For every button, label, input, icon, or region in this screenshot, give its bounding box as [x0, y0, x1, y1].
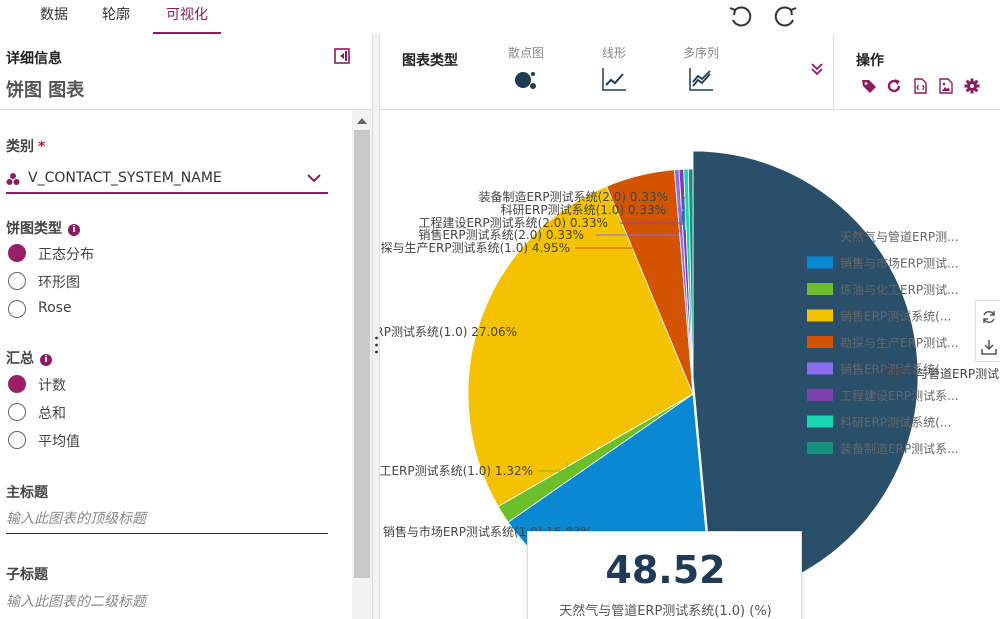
chevron-down-icon[interactable] [306, 172, 322, 184]
drag-handle-icon[interactable] [375, 336, 378, 354]
summary-label-text: 汇总 [6, 351, 34, 367]
radio-label: 环形图 [38, 275, 80, 291]
sync-icon[interactable] [981, 309, 997, 325]
download-icon[interactable] [981, 339, 997, 355]
dimension-icon [6, 173, 20, 185]
legend-label: 炼油与化工ERP测试... [840, 282, 959, 297]
data-label: 科研ERP测试系统(1.0) 0.33% [500, 202, 666, 217]
radio-label: Rose [38, 300, 72, 316]
legend-swatch [807, 362, 833, 375]
scatter-icon [515, 72, 536, 89]
refresh-icon[interactable] [886, 78, 902, 94]
chart-type-label: 图表类型 [402, 53, 458, 69]
gear-icon[interactable] [964, 78, 980, 94]
legend-swatch [807, 442, 833, 454]
category-select[interactable]: V_CONTACT_SYSTEM_NAME [6, 164, 328, 194]
radio-label: 计数 [38, 378, 66, 394]
top-tab-bar: 数据 轮廓 可视化 [0, 0, 1000, 34]
panel-resize-handle[interactable] [372, 34, 380, 619]
side-toolbar [975, 300, 1000, 362]
legend-label: 勘探与生产ERP测试... [840, 335, 959, 350]
panel-scrollbar[interactable] [352, 110, 372, 619]
legend-swatch [807, 389, 833, 401]
summary-label: 汇总 i [6, 348, 52, 368]
details-panel: 详细信息 饼图 图表 类别 * V_CONTACT_SYSTEM_NAME 饼图… [0, 34, 372, 619]
details-title: 详细信息 [6, 51, 62, 67]
chart-type-name: 散点图 [507, 46, 544, 60]
chart-type-scatter[interactable]: 散点图 [496, 42, 556, 102]
data-label: 销售ERP测试系统(2.0) 0.33% [418, 227, 584, 242]
radio-label: 总和 [38, 406, 66, 422]
subtitle-label: 子标题 [6, 567, 48, 583]
chart-type-line[interactable]: 线形 [584, 42, 644, 102]
legend-swatch [807, 230, 833, 242]
subtitle-input[interactable] [6, 587, 328, 617]
value-tooltip: 48.52 天然气与管道ERP测试系统(1.0) (%) [527, 531, 802, 619]
category-select-value: V_CONTACT_SYSTEM_NAME [28, 170, 222, 186]
multi-series-icon [689, 68, 713, 91]
legend-swatch [807, 415, 833, 428]
tab-data[interactable]: 数据 [40, 0, 68, 34]
legend-swatch [807, 309, 833, 322]
tab-visualization[interactable]: 可视化 [153, 0, 221, 34]
radio-dot [8, 375, 26, 393]
legend-label: 装备制造ERP测试系... [840, 441, 959, 456]
slice-overlay-label: 天然气与管道ERP测试 [880, 366, 999, 381]
tooltip-label: 天然气与管道ERP测试系统(1.0) (%) [559, 604, 772, 619]
info-icon[interactable]: i [40, 354, 52, 366]
toolbar-separator [833, 34, 834, 110]
redo-icon[interactable] [772, 2, 800, 30]
info-icon[interactable]: i [68, 224, 80, 236]
pie-type-label-text: 饼图类型 [6, 221, 62, 237]
legend-swatch [807, 283, 833, 295]
radio-dot [8, 244, 26, 262]
chart-type-name: 线形 [601, 46, 626, 60]
legend-label: 工程建设ERP测试系... [840, 388, 959, 403]
data-label: 探与生产ERP测试系统(1.0) 4.95% [380, 240, 570, 255]
operations-label: 操作 [856, 53, 884, 69]
radio-label: 正态分布 [38, 247, 94, 263]
tab-profile[interactable]: 轮廓 [102, 0, 130, 34]
legend-label: 科研ERP测试系统(... [840, 415, 951, 430]
main-title-label: 主标题 [6, 485, 48, 501]
data-label: 工ERP测试系统(1.0) 1.32% [380, 463, 533, 478]
data-label: ERP测试系统(1.0) 27.06% [380, 324, 517, 339]
chart-type-toolbar: 图表类型 散点图 线形 多序列 操作 [380, 34, 1000, 110]
radio-dot [8, 431, 26, 449]
legend-label: 天然气与管道ERP测... [840, 229, 959, 244]
data-label: 装备制造ERP测试系统(2.0) 0.33% [478, 189, 668, 204]
collapse-panel-icon[interactable] [334, 48, 350, 64]
radio-label: 平均值 [38, 434, 80, 450]
image-icon[interactable] [938, 78, 954, 94]
legend-swatch [807, 256, 833, 269]
double-chevron-down-icon[interactable] [810, 62, 824, 76]
code-icon[interactable] [912, 78, 928, 94]
legend-swatch [807, 336, 833, 348]
scroll-up-icon[interactable] [356, 116, 368, 126]
chart-kind-title: 饼图 图表 [6, 80, 85, 101]
undo-icon[interactable] [726, 2, 754, 30]
scroll-thumb[interactable] [354, 130, 370, 578]
line-chart-icon [602, 68, 626, 91]
category-label: 类别 * [6, 136, 45, 156]
pie-type-label: 饼图类型 i [6, 218, 80, 238]
main-title-input[interactable] [6, 504, 328, 534]
chart-type-multi-series[interactable]: 多序列 [671, 42, 731, 102]
legend-label: 销售ERP测试系统(... [840, 309, 951, 324]
required-mark: * [38, 139, 46, 155]
legend-label: 销售与市场ERP测试... [840, 256, 959, 271]
radio-dot [8, 403, 26, 421]
tag-icon[interactable] [861, 78, 877, 94]
radio-dot [8, 272, 26, 290]
radio-dot [8, 300, 26, 318]
chart-type-name: 多序列 [682, 46, 719, 60]
category-label-text: 类别 [6, 139, 34, 155]
details-header: 详细信息 饼图 图表 [0, 34, 372, 110]
tooltip-value: 48.52 [605, 548, 726, 592]
